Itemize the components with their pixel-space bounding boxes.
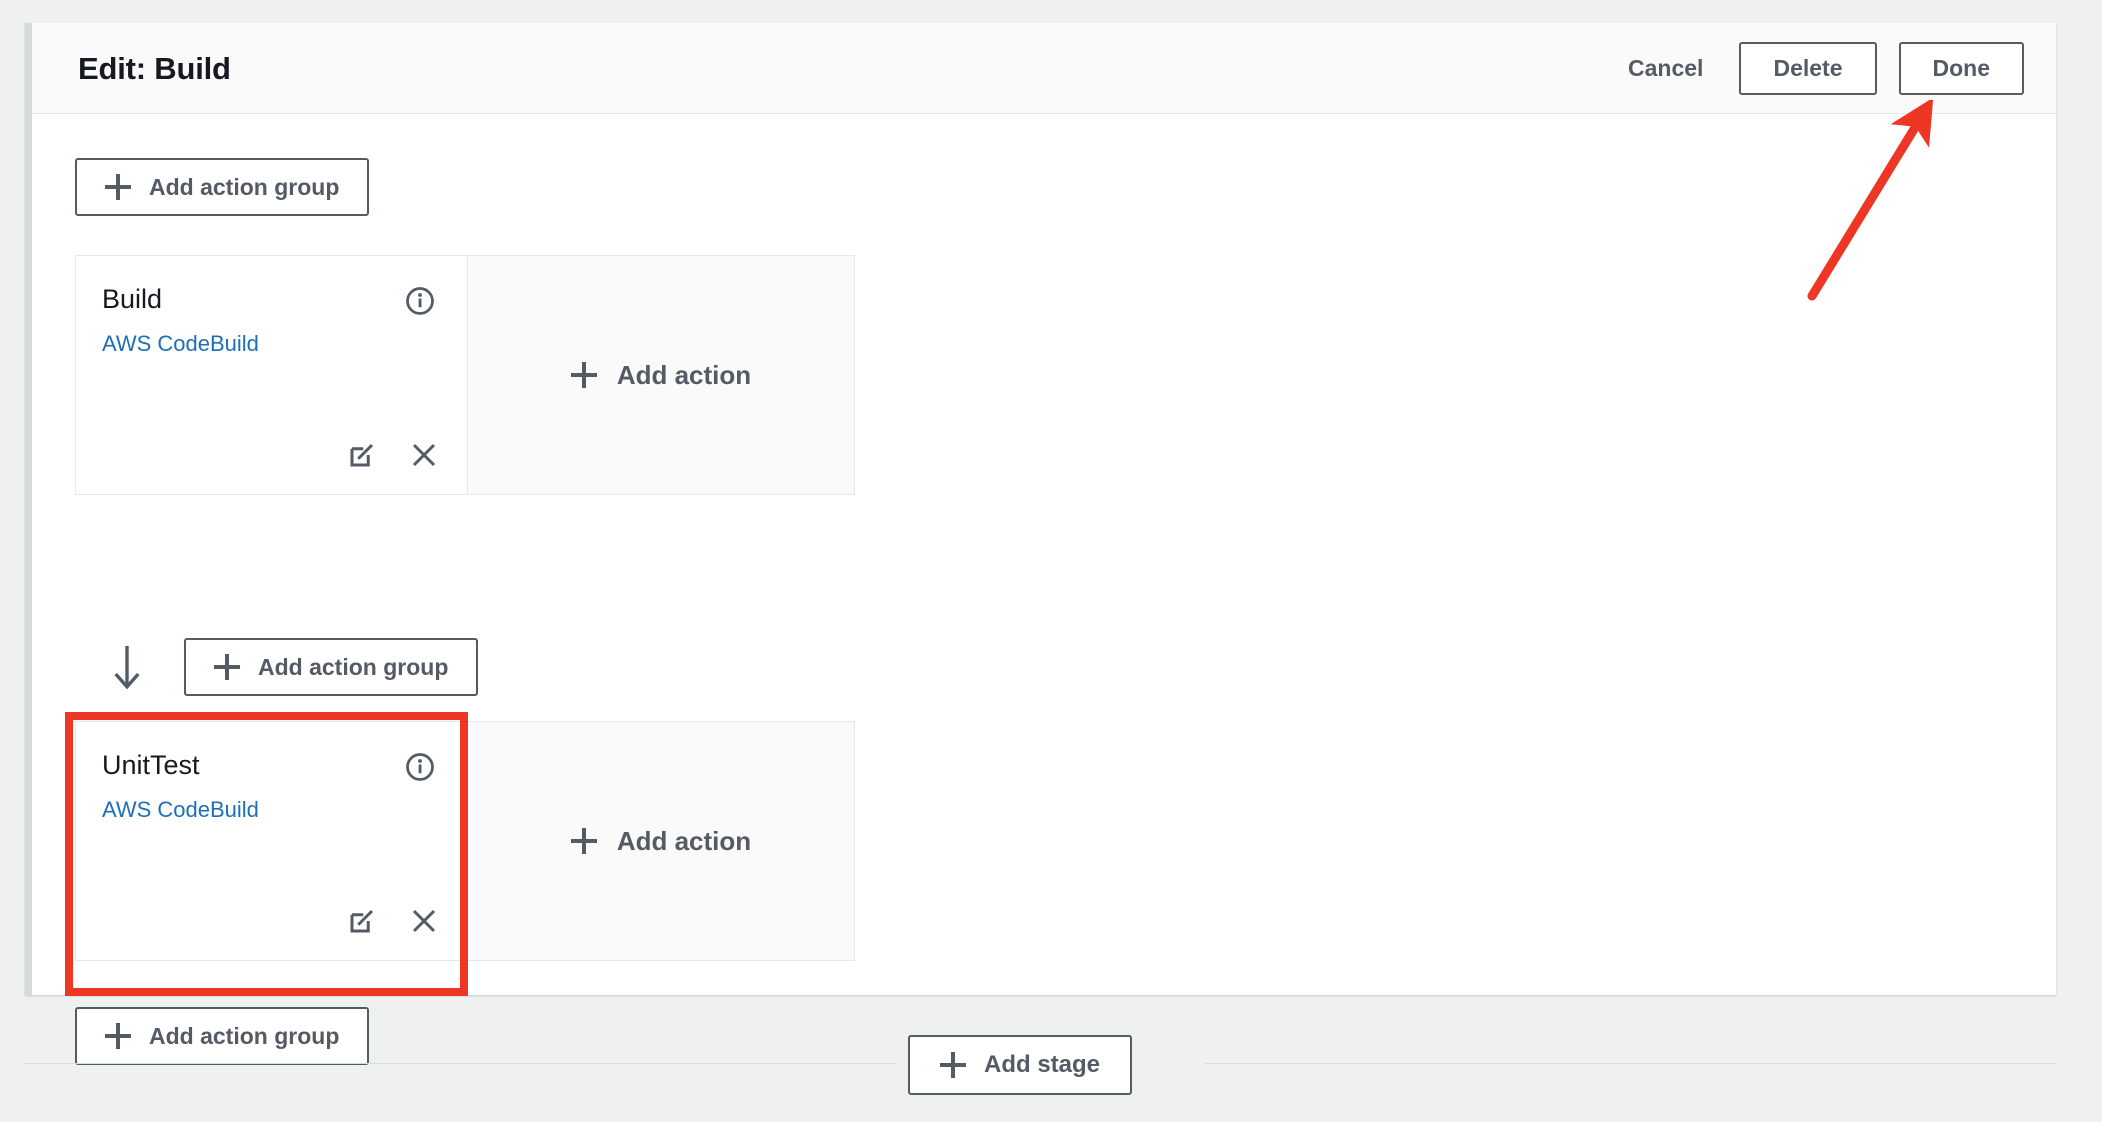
stage-flow-row: Add action group xyxy=(110,638,479,696)
info-circle-icon[interactable] xyxy=(405,752,435,782)
action-provider-link[interactable]: AWS CodeBuild xyxy=(102,331,259,357)
add-action-group-button-middle[interactable]: Add action group xyxy=(184,638,479,696)
add-action-label: Add action xyxy=(616,359,752,390)
action-card-unittest[interactable]: UnitTest AWS CodeBuild xyxy=(76,722,468,960)
panel-body: Add action group Build AWS CodeBuild Add… xyxy=(32,114,2056,1065)
arrow-down-icon xyxy=(110,643,144,691)
action-group-unittest: UnitTest AWS CodeBuild Add action xyxy=(75,721,855,961)
edit-pencil-icon[interactable] xyxy=(347,906,377,936)
add-stage-button[interactable]: Add stage xyxy=(908,1035,1133,1095)
close-x-icon[interactable] xyxy=(409,440,439,470)
info-circle-icon[interactable] xyxy=(405,286,435,316)
divider-left xyxy=(25,1063,895,1064)
close-x-icon[interactable] xyxy=(409,906,439,936)
plus-icon xyxy=(214,654,240,680)
pipeline-editor-screen: Edit: Build Cancel Delete Done Add actio… xyxy=(0,0,2102,1122)
action-name: Build xyxy=(102,284,163,314)
action-card-tools xyxy=(347,906,439,936)
panel-header: Edit: Build Cancel Delete Done xyxy=(32,23,2056,114)
footer-add-stage-bar: Add stage xyxy=(0,1035,2102,1122)
action-provider-link[interactable]: AWS CodeBuild xyxy=(102,797,259,823)
edit-pencil-icon[interactable] xyxy=(347,440,377,470)
done-button[interactable]: Done xyxy=(1898,42,2024,95)
plus-icon xyxy=(570,362,597,388)
action-name: UnitTest xyxy=(102,750,200,780)
plus-icon xyxy=(105,174,131,200)
action-group-build: Build AWS CodeBuild Add action xyxy=(75,255,855,495)
action-card-tools xyxy=(347,440,439,470)
page-title: Edit: Build xyxy=(78,51,231,86)
divider-right xyxy=(1205,1063,2056,1064)
add-action-group-label: Add action group xyxy=(258,653,449,680)
plus-icon xyxy=(940,1052,966,1078)
cancel-button[interactable]: Cancel xyxy=(1614,49,1717,88)
delete-button[interactable]: Delete xyxy=(1739,42,1877,95)
plus-icon xyxy=(570,828,597,854)
add-action-group-label: Add action group xyxy=(149,173,340,200)
add-action-button-build[interactable]: Add action xyxy=(468,256,854,494)
add-action-button-unittest[interactable]: Add action xyxy=(468,722,854,960)
add-action-label: Add action xyxy=(616,825,752,856)
edit-stage-panel: Edit: Build Cancel Delete Done Add actio… xyxy=(25,23,2056,1065)
header-action-buttons: Cancel Delete Done xyxy=(1614,42,2024,95)
add-stage-label: Add stage xyxy=(984,1051,1101,1078)
add-action-group-button-top[interactable]: Add action group xyxy=(75,158,370,216)
action-card-build[interactable]: Build AWS CodeBuild xyxy=(76,256,468,494)
